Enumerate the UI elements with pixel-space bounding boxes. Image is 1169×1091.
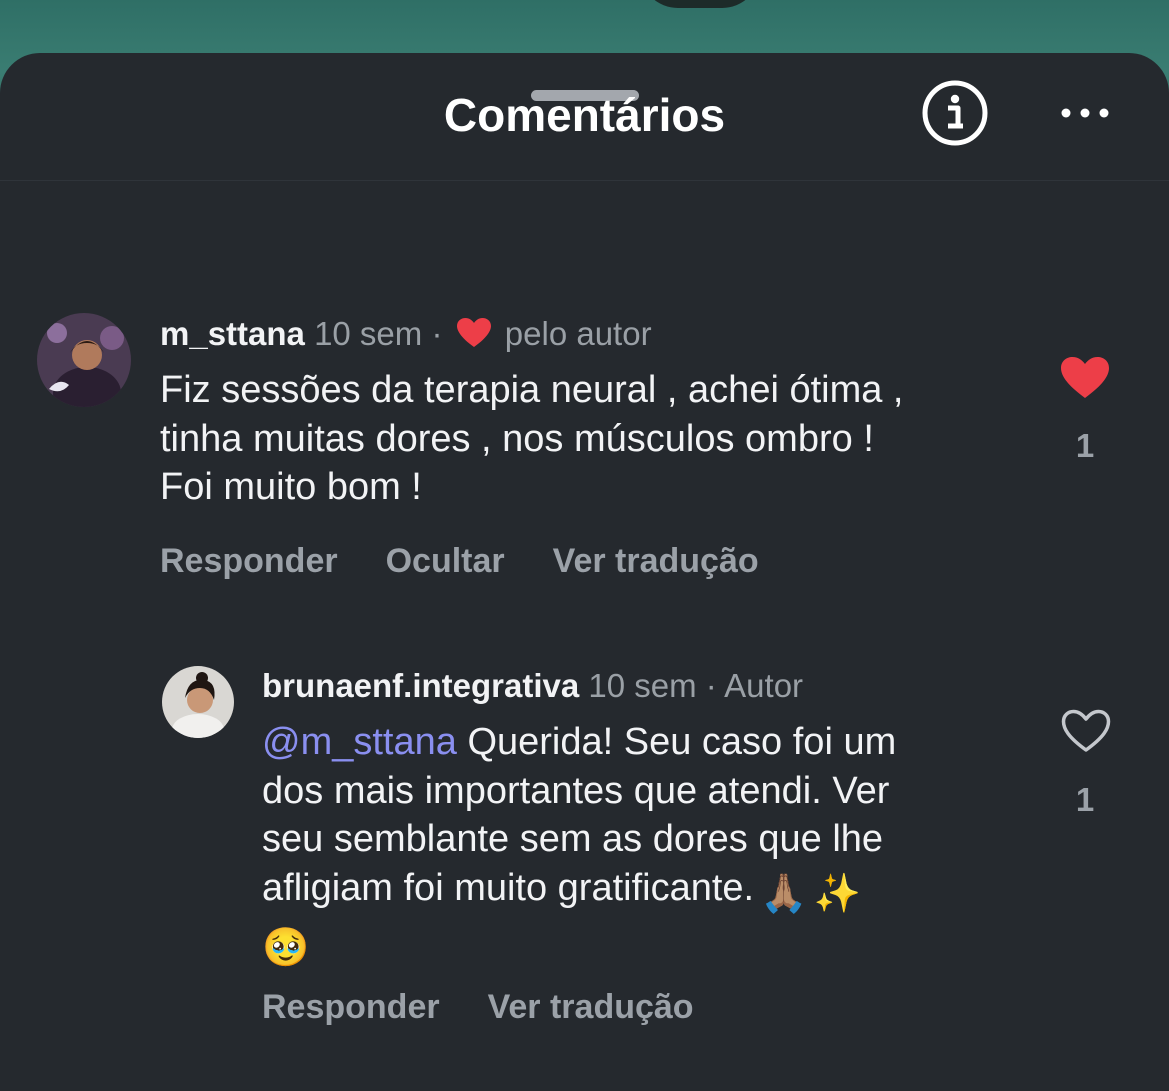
comment-line: Foi muito bom ! — [160, 466, 422, 508]
info-circle-icon — [922, 80, 988, 146]
comment-username[interactable]: m_sttana — [160, 315, 305, 352]
see-translation-button[interactable]: Ver tradução — [553, 542, 759, 581]
like-button[interactable] — [1061, 709, 1111, 758]
avatar[interactable] — [37, 313, 131, 407]
holding-back-tears-emoji: 🥹 — [262, 927, 310, 969]
reply-line: seu semblante sem as dores que lhe — [262, 818, 884, 860]
reply-line: dos mais importantes que atendi. Ver — [262, 769, 890, 812]
comment-line: Fiz sessões da terapia neural , achei ót… — [160, 369, 904, 411]
comment-text: Fiz sessões da terapia neural , achei ót… — [160, 366, 904, 512]
hide-button[interactable]: Ocultar — [386, 542, 505, 581]
liked-by-author-label: pelo autor — [504, 315, 652, 352]
heart-outline-icon — [1061, 709, 1111, 752]
reply-line-rest: Querida! Seu caso foi um — [456, 721, 897, 763]
user-photo — [162, 666, 234, 738]
like-button[interactable] — [1060, 356, 1110, 405]
page-title: Comentários — [443, 89, 726, 141]
reply-button[interactable]: Responder — [160, 542, 338, 581]
comment-line: tinha muitas dores , nos músculos ombro … — [160, 417, 874, 460]
praying-hands-emoji: 🙏🏽 — [760, 872, 808, 915]
info-button[interactable] — [922, 80, 988, 146]
see-translation-button[interactable]: Ver tradução — [488, 988, 694, 1027]
reply-line: afligiam foi muito gratificante. 🙏🏽 ✨ — [262, 864, 896, 919]
header-divider — [0, 180, 1169, 181]
avatar[interactable] — [162, 666, 234, 738]
reply-line-text: afligiam foi muito gratificante. — [262, 866, 755, 909]
comment-time: 10 sem — [314, 315, 423, 352]
reply-actions: Responder Ver tradução — [262, 988, 742, 1027]
meta-separator: · — [431, 315, 443, 352]
reply-meta: brunaenf.integrativa 10 sem · Autor — [262, 667, 803, 705]
comment-meta: m_sttana 10 sem · pelo autor — [160, 315, 652, 353]
liked-by-author-heart-icon — [456, 318, 491, 347]
mention-link[interactable]: @m_sttana — [262, 721, 457, 763]
like-count: 1 — [1075, 781, 1095, 818]
like-count: 1 — [1075, 427, 1095, 464]
reply-text: @m_sttana Querida! Seu caso foi um dos m… — [262, 718, 896, 973]
sparkles-emoji: ✨ — [813, 872, 861, 915]
author-badge: Autor — [724, 667, 804, 704]
reply-username[interactable]: brunaenf.integrativa — [262, 667, 579, 704]
more-horizontal-icon — [1061, 108, 1109, 118]
user-photo — [37, 313, 131, 407]
reply-line: 🥹 — [262, 918, 896, 973]
reply-line: @m_sttana Querida! Seu caso foi um — [262, 718, 896, 767]
background-shape — [640, 0, 760, 8]
meta-separator: · — [705, 667, 717, 704]
comment-actions: Responder Ocultar Ver tradução — [160, 542, 807, 581]
more-options-button[interactable] — [1056, 98, 1116, 128]
reply-time: 10 sem — [588, 667, 697, 704]
heart-filled-icon — [1061, 357, 1109, 398]
reply-button[interactable]: Responder — [262, 988, 440, 1027]
